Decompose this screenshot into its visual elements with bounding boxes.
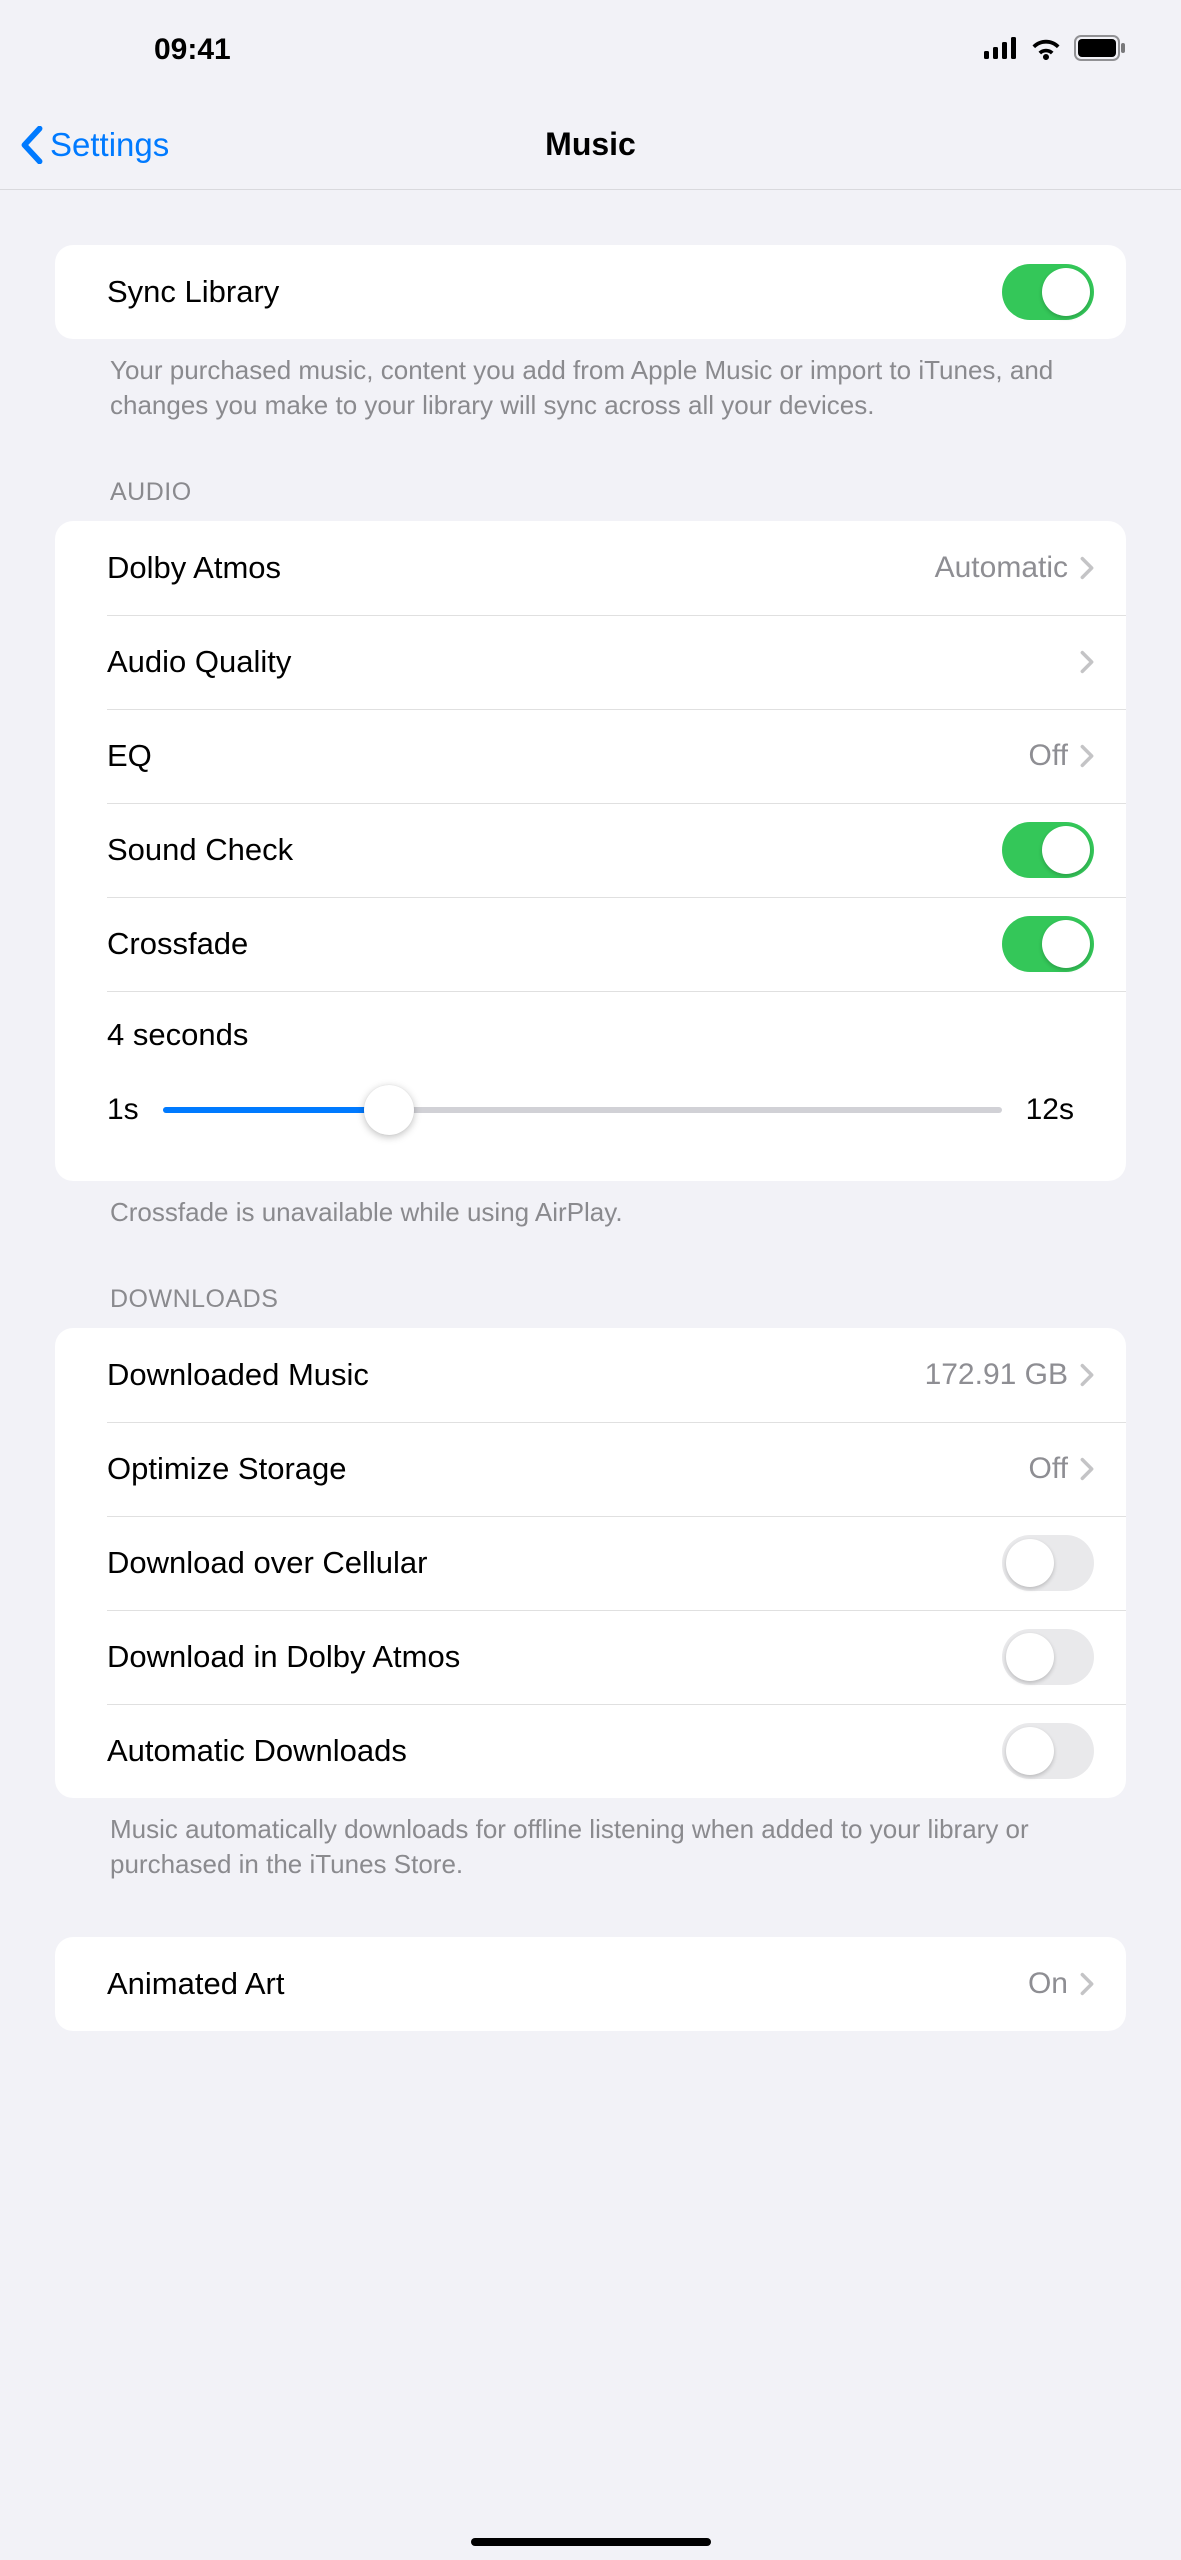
- row-dolby-atmos[interactable]: Dolby Atmos Automatic: [55, 521, 1126, 615]
- row-animated-art[interactable]: Animated Art On: [55, 1937, 1126, 2031]
- row-download-cellular: Download over Cellular: [55, 1516, 1126, 1610]
- dolby-atmos-detail: Automatic: [935, 551, 1068, 585]
- eq-label: EQ: [107, 738, 1029, 774]
- nav-bar: Settings Music: [0, 100, 1181, 190]
- sync-library-label: Sync Library: [107, 274, 1002, 310]
- row-sync-library: Sync Library: [55, 245, 1126, 339]
- chevron-left-icon: [20, 126, 44, 164]
- chevron-right-icon: [1080, 1363, 1094, 1387]
- download-dolby-label: Download in Dolby Atmos: [107, 1639, 1002, 1675]
- row-optimize-storage[interactable]: Optimize Storage Off: [55, 1422, 1126, 1516]
- dolby-atmos-label: Dolby Atmos: [107, 550, 935, 586]
- crossfade-value: 4 seconds: [107, 1017, 1074, 1053]
- chevron-right-icon: [1080, 650, 1094, 674]
- row-download-dolby: Download in Dolby Atmos: [55, 1610, 1126, 1704]
- wifi-icon: [1030, 36, 1062, 65]
- row-sound-check: Sound Check: [55, 803, 1126, 897]
- crossfade-max: 12s: [1026, 1093, 1074, 1127]
- download-cellular-toggle[interactable]: [1002, 1535, 1094, 1591]
- group-audio: Dolby Atmos Automatic Audio Quality EQ O…: [55, 521, 1126, 1181]
- sync-library-toggle[interactable]: [1002, 264, 1094, 320]
- group-downloads: Downloaded Music 172.91 GB Optimize Stor…: [55, 1328, 1126, 1798]
- animated-art-detail: On: [1028, 1967, 1068, 2001]
- download-dolby-toggle[interactable]: [1002, 1629, 1094, 1685]
- back-button[interactable]: Settings: [20, 126, 169, 164]
- chevron-right-icon: [1080, 556, 1094, 580]
- optimize-storage-label: Optimize Storage: [107, 1451, 1029, 1487]
- chevron-right-icon: [1080, 1972, 1094, 1996]
- automatic-downloads-toggle[interactable]: [1002, 1723, 1094, 1779]
- download-cellular-label: Download over Cellular: [107, 1545, 1002, 1581]
- optimize-storage-detail: Off: [1029, 1452, 1068, 1486]
- chevron-right-icon: [1080, 1457, 1094, 1481]
- crossfade-toggle[interactable]: [1002, 916, 1094, 972]
- crossfade-label: Crossfade: [107, 926, 1002, 962]
- automatic-downloads-label: Automatic Downloads: [107, 1733, 1002, 1769]
- group-art: Animated Art On: [55, 1937, 1126, 2031]
- sound-check-label: Sound Check: [107, 832, 1002, 868]
- crossfade-min: 1s: [107, 1093, 139, 1127]
- downloaded-music-detail: 172.91 GB: [925, 1358, 1068, 1392]
- downloads-footer: Music automatically downloads for offlin…: [55, 1798, 1126, 1882]
- audio-quality-label: Audio Quality: [107, 644, 1080, 680]
- eq-detail: Off: [1029, 739, 1068, 773]
- cellular-icon: [984, 37, 1018, 64]
- chevron-right-icon: [1080, 744, 1094, 768]
- animated-art-label: Animated Art: [107, 1966, 1028, 2002]
- status-bar: 09:41: [0, 0, 1181, 100]
- row-crossfade: Crossfade: [55, 897, 1126, 991]
- status-time: 09:41: [0, 33, 231, 67]
- sound-check-toggle[interactable]: [1002, 822, 1094, 878]
- downloaded-music-label: Downloaded Music: [107, 1357, 925, 1393]
- status-icons: [984, 35, 1126, 66]
- audio-footer: Crossfade is unavailable while using Air…: [55, 1181, 1126, 1230]
- row-automatic-downloads: Automatic Downloads: [55, 1704, 1126, 1798]
- group-library: Sync Library: [55, 245, 1126, 339]
- back-label: Settings: [50, 126, 169, 164]
- page-title: Music: [0, 126, 1181, 163]
- row-crossfade-slider: 4 seconds 1s 12s: [55, 991, 1126, 1181]
- row-audio-quality[interactable]: Audio Quality: [55, 615, 1126, 709]
- battery-icon: [1074, 35, 1126, 66]
- library-footer: Your purchased music, content you add fr…: [55, 339, 1126, 423]
- audio-header: AUDIO: [55, 423, 1126, 521]
- downloads-header: DOWNLOADS: [55, 1230, 1126, 1328]
- crossfade-slider[interactable]: [163, 1075, 1002, 1145]
- row-eq[interactable]: EQ Off: [55, 709, 1126, 803]
- home-indicator: [471, 2538, 711, 2546]
- row-downloaded-music[interactable]: Downloaded Music 172.91 GB: [55, 1328, 1126, 1422]
